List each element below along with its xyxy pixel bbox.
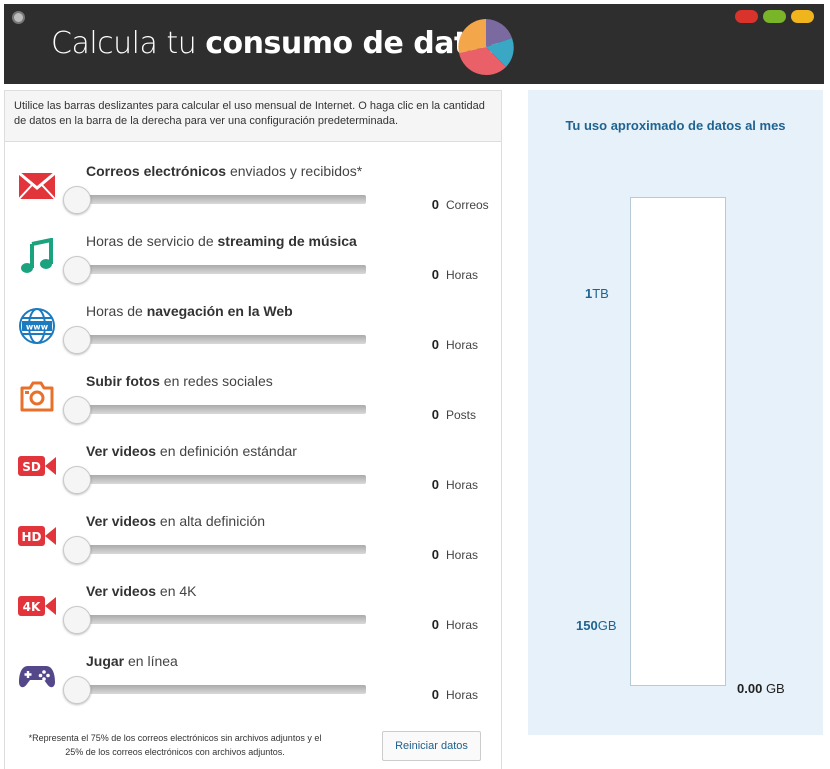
instructions-text: Utilice las barras deslizantes para calc… xyxy=(5,91,501,142)
slider-row-music: Horas de servicio de streaming de música… xyxy=(5,233,501,303)
slider-track[interactable] xyxy=(73,405,366,414)
slider-row-web: www Horas de navegación en la Web 0 Hora… xyxy=(5,303,501,373)
window-menu-icon[interactable] xyxy=(12,11,25,24)
slider-handle[interactable] xyxy=(63,466,91,494)
pie-chart-logo-icon xyxy=(458,19,514,76)
slider-value: 0 xyxy=(431,477,439,492)
slider-track[interactable] xyxy=(73,615,366,624)
usage-result-panel: Tu uso aproximado de datos al mes 1TB 15… xyxy=(528,90,823,735)
envelope-icon xyxy=(17,168,57,204)
slider-label: Subir fotos en redes sociales xyxy=(86,373,273,389)
slider-row-photos: Subir fotos en redes sociales 0 Posts xyxy=(5,373,501,443)
gamepad-icon xyxy=(17,658,57,694)
slider-unit: Horas xyxy=(446,688,479,702)
hd-video-icon: HD xyxy=(17,518,57,554)
slider-unit: Horas xyxy=(446,268,479,282)
minimize-window-button[interactable] xyxy=(791,10,814,23)
slider-handle[interactable] xyxy=(63,256,91,284)
4k-video-icon: 4K xyxy=(17,588,57,624)
slider-label: Jugar en línea xyxy=(86,653,178,669)
slider-unit: Horas xyxy=(446,338,479,352)
slider-row-4k-video: 4K Ver videos en 4K 0 Horas xyxy=(5,583,501,653)
globe-www-icon: www xyxy=(17,308,57,344)
slider-value: 0 xyxy=(431,267,439,282)
slider-unit: Correos xyxy=(446,198,489,212)
preset-1tb-link[interactable]: 1TB xyxy=(585,286,609,301)
slider-label: Correos electrónicos enviados y recibido… xyxy=(86,163,363,179)
svg-text:4K: 4K xyxy=(23,600,41,614)
slider-value: 0 xyxy=(431,687,439,702)
slider-row-gaming: Jugar en línea 0 Horas xyxy=(5,653,501,723)
slider-value: 0 xyxy=(431,197,439,212)
email-footnote: *Representa el 75% de los correos electr… xyxy=(28,733,322,757)
preset-150gb-link[interactable]: 150GB xyxy=(576,618,617,633)
slider-handle[interactable] xyxy=(63,536,91,564)
slider-handle[interactable] xyxy=(63,186,91,214)
camera-icon xyxy=(17,378,57,414)
slider-value: 0 xyxy=(431,407,439,422)
slider-track[interactable] xyxy=(73,685,366,694)
slider-row-email: Correos electrónicos enviados y recibido… xyxy=(5,163,501,233)
slider-label: Ver videos en 4K xyxy=(86,583,197,599)
slider-value: 0 xyxy=(431,337,439,352)
slider-label: Horas de servicio de streaming de música xyxy=(86,233,357,249)
slider-track[interactable] xyxy=(73,195,366,204)
usage-meter-bar[interactable] xyxy=(630,197,726,686)
slider-label: Ver videos en definición estándar xyxy=(86,443,297,459)
slider-track[interactable] xyxy=(73,475,366,484)
slider-handle[interactable] xyxy=(63,676,91,704)
slider-unit: Posts xyxy=(446,408,477,422)
reset-data-button[interactable]: Reiniciar datos xyxy=(382,731,481,761)
window-controls xyxy=(735,10,814,23)
slider-value: 0 xyxy=(431,617,439,632)
usage-panel-title: Tu uso aproximado de datos al mes xyxy=(565,118,786,133)
slider-label: Ver videos en alta definición xyxy=(86,513,266,529)
svg-text:www: www xyxy=(26,323,49,332)
slider-handle[interactable] xyxy=(63,326,91,354)
sd-video-icon: SD xyxy=(17,448,57,484)
music-note-icon xyxy=(17,238,57,274)
page-title: Calcula tu consumo de datos xyxy=(51,26,506,61)
slider-value: 0 xyxy=(431,547,439,562)
slider-unit: Horas xyxy=(446,548,479,562)
slider-track[interactable] xyxy=(73,335,366,344)
close-window-button[interactable] xyxy=(735,10,758,23)
svg-text:SD: SD xyxy=(22,460,41,474)
slider-row-hd-video: HD Ver videos en alta definición 0 Horas xyxy=(5,513,501,583)
slider-row-sd-video: SD Ver videos en definición estándar 0 H… xyxy=(5,443,501,513)
svg-text:HD: HD xyxy=(21,530,41,544)
slider-unit: Horas xyxy=(446,618,479,632)
total-usage-value: 0.00 GB xyxy=(737,681,785,696)
app-header: Calcula tu consumo de datos xyxy=(4,4,824,84)
slider-unit: Horas xyxy=(446,478,479,492)
slider-handle[interactable] xyxy=(63,396,91,424)
slider-track[interactable] xyxy=(73,265,366,274)
slider-handle[interactable] xyxy=(63,606,91,634)
slider-label: Horas de navegación en la Web xyxy=(86,303,293,319)
slider-track[interactable] xyxy=(73,545,366,554)
maximize-window-button[interactable] xyxy=(763,10,786,23)
usage-sliders-panel: Utilice las barras deslizantes para calc… xyxy=(4,90,502,769)
